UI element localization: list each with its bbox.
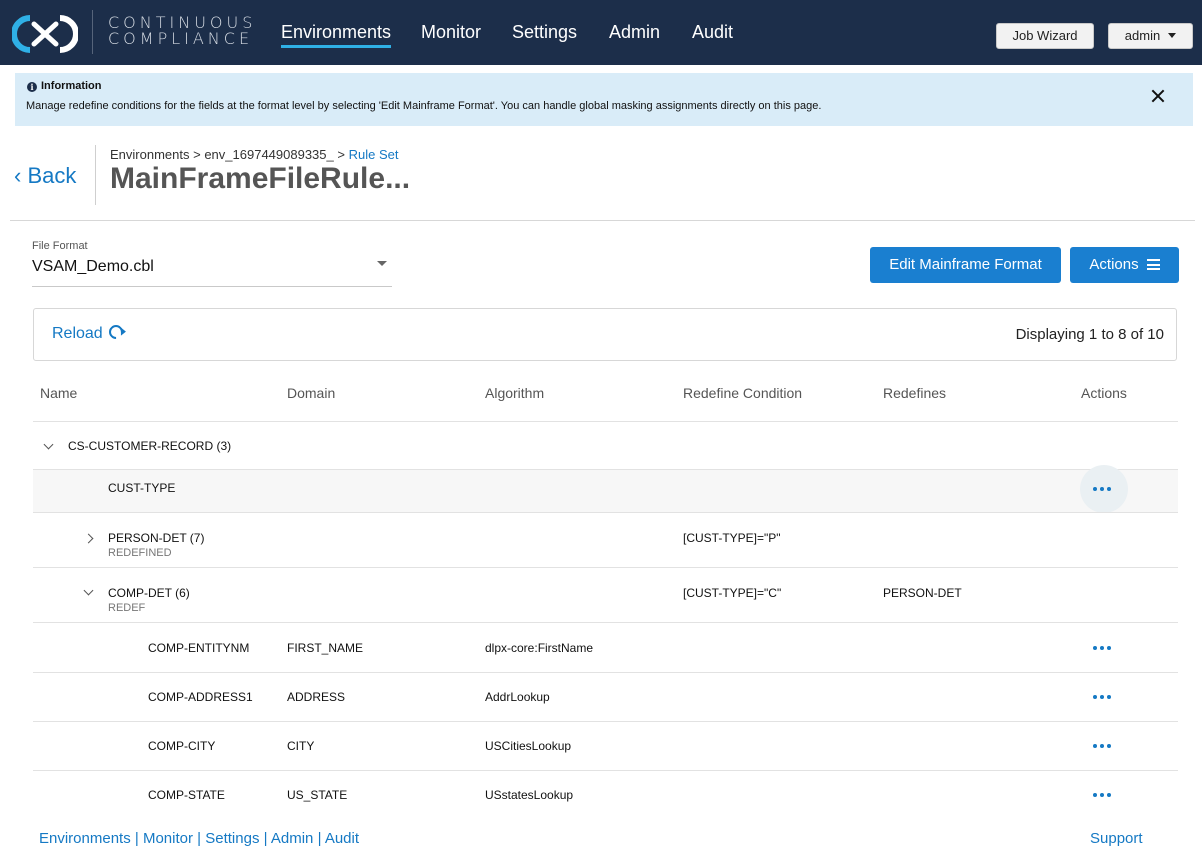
row-algorithm: USstatesLookup — [485, 788, 574, 802]
row-divider — [33, 672, 1178, 673]
back-link[interactable]: ‹ Back — [14, 163, 76, 189]
nav-monitor[interactable]: Monitor — [421, 21, 481, 43]
row-redefine-condition: [CUST-TYPE]="P" — [683, 531, 781, 545]
brand-name: CONTINUOUS COMPLIANCE — [108, 15, 256, 47]
row-divider — [33, 721, 1178, 722]
column-header-redefines[interactable]: Redefines — [883, 385, 946, 401]
row-domain: FIRST_NAME — [287, 641, 364, 655]
row-domain: US_STATE — [287, 788, 348, 802]
logo-divider — [92, 10, 93, 54]
job-wizard-button[interactable]: Job Wizard — [996, 23, 1094, 49]
footer-separator: | — [134, 830, 139, 847]
row-domain: ADDRESS — [287, 690, 346, 704]
row-redefine-condition: [CUST-TYPE]="C" — [683, 586, 782, 600]
header-divider-line — [10, 220, 1195, 221]
footer-link-monitor[interactable]: Monitor — [143, 830, 193, 847]
more-actions-icon[interactable] — [1080, 771, 1128, 819]
nav-admin[interactable]: Admin — [609, 21, 660, 43]
row-algorithm: dlpx-core:FirstName — [485, 641, 594, 655]
footer-link-settings[interactable]: Settings — [205, 830, 259, 847]
footer-separator: | — [263, 830, 268, 847]
more-actions-icon[interactable] — [1080, 624, 1128, 672]
breadcrumb-rule-set[interactable]: Rule Set — [349, 147, 399, 162]
row-divider — [33, 622, 1178, 623]
more-actions-icon[interactable] — [1080, 673, 1128, 721]
column-header-actions: Actions — [1081, 385, 1127, 401]
footer-link-environments[interactable]: Environments — [39, 830, 131, 847]
row-name: PERSON-DET (7) — [108, 531, 205, 545]
footer-separator: | — [197, 830, 202, 847]
nav-environments[interactable]: Environments — [281, 21, 392, 48]
logo-icon — [12, 15, 78, 53]
column-header-redefine-condition[interactable]: Redefine Condition — [683, 385, 802, 401]
banner-title: Information — [41, 80, 102, 92]
banner-text: Manage redefine conditions for the field… — [26, 100, 822, 112]
row-name: COMP-ENTITYNM — [148, 641, 250, 655]
nav-audit[interactable]: Audit — [692, 21, 733, 43]
column-header-domain[interactable]: Domain — [287, 385, 335, 401]
row-divider — [33, 770, 1178, 771]
nav-settings[interactable]: Settings — [512, 21, 577, 43]
row-domain: CITY — [287, 739, 315, 753]
footer-link-support[interactable]: Support — [1090, 830, 1143, 847]
row-name: COMP-STATE — [148, 788, 225, 802]
file-format-select[interactable] — [32, 238, 392, 288]
reload-button[interactable]: Reload — [52, 322, 126, 343]
chevron-down-icon[interactable] — [43, 439, 54, 450]
row-name: CS-CUSTOMER-RECORD (3) — [68, 439, 232, 453]
menu-icon — [1146, 259, 1160, 270]
user-menu-button[interactable]: admin — [1108, 23, 1193, 49]
row-algorithm: USCitiesLookup — [485, 739, 572, 753]
footer-link-admin[interactable]: Admin — [271, 830, 314, 847]
column-header-name[interactable]: Name — [40, 385, 77, 401]
info-banner: i Information Manage redefine conditions… — [15, 73, 1193, 126]
chevron-down-icon[interactable] — [83, 585, 94, 596]
reload-label: Reload — [52, 325, 103, 342]
more-actions-icon[interactable] — [1080, 722, 1128, 770]
edit-mainframe-format-button[interactable]: Edit Mainframe Format — [870, 247, 1061, 283]
table-row[interactable] — [33, 470, 1178, 512]
footer-separator: | — [317, 830, 322, 847]
row-divider — [33, 567, 1178, 568]
more-actions-icon[interactable] — [1080, 465, 1128, 513]
row-divider — [33, 512, 1178, 513]
chevron-right-icon[interactable] — [83, 533, 94, 544]
header-row-divider — [33, 421, 1178, 422]
row-name: COMP-ADDRESS1 — [148, 690, 253, 704]
row-name: CUST-TYPE — [108, 481, 176, 495]
row-redefines: PERSON-DET — [883, 586, 962, 600]
row-name: COMP-CITY — [148, 739, 216, 753]
close-icon[interactable] — [1147, 86, 1169, 108]
breadcrumb-env[interactable]: env_1697449089335_ — [204, 147, 333, 162]
actions-button-label: Actions — [1089, 256, 1139, 273]
actions-menu-button[interactable]: Actions — [1070, 247, 1179, 283]
caret-down-icon — [1168, 33, 1177, 38]
breadcrumb-separator: > — [337, 147, 345, 162]
row-algorithm: AddrLookup — [485, 690, 550, 704]
breadcrumb-separator: > — [193, 147, 201, 162]
footer-links: Environments | Monitor | Settings | Admi… — [39, 830, 359, 847]
row-subtitle: REDEF — [108, 602, 146, 614]
brand-line-2: COMPLIANCE — [108, 29, 254, 48]
refresh-icon — [105, 322, 126, 342]
footer-link-audit[interactable]: Audit — [325, 830, 359, 847]
pagination-summary: Displaying 1 to 8 of 10 — [1015, 326, 1164, 343]
column-header-algorithm[interactable]: Algorithm — [485, 385, 544, 401]
table-toolbar: Reload Displaying 1 to 8 of 10 — [33, 308, 1177, 361]
row-name: COMP-DET (6) — [108, 586, 190, 600]
breadcrumb-environments[interactable]: Environments — [110, 147, 189, 162]
header-divider — [95, 145, 96, 205]
row-subtitle: REDEFINED — [108, 547, 172, 559]
user-name: admin — [1124, 28, 1161, 43]
page-title: MainFrameFileRule... — [110, 162, 411, 195]
info-icon: i — [27, 82, 37, 92]
breadcrumb: Environments > env_1697449089335_ > Rule… — [110, 147, 398, 162]
top-nav: CONTINUOUS COMPLIANCE Environments Monit… — [0, 0, 1202, 65]
